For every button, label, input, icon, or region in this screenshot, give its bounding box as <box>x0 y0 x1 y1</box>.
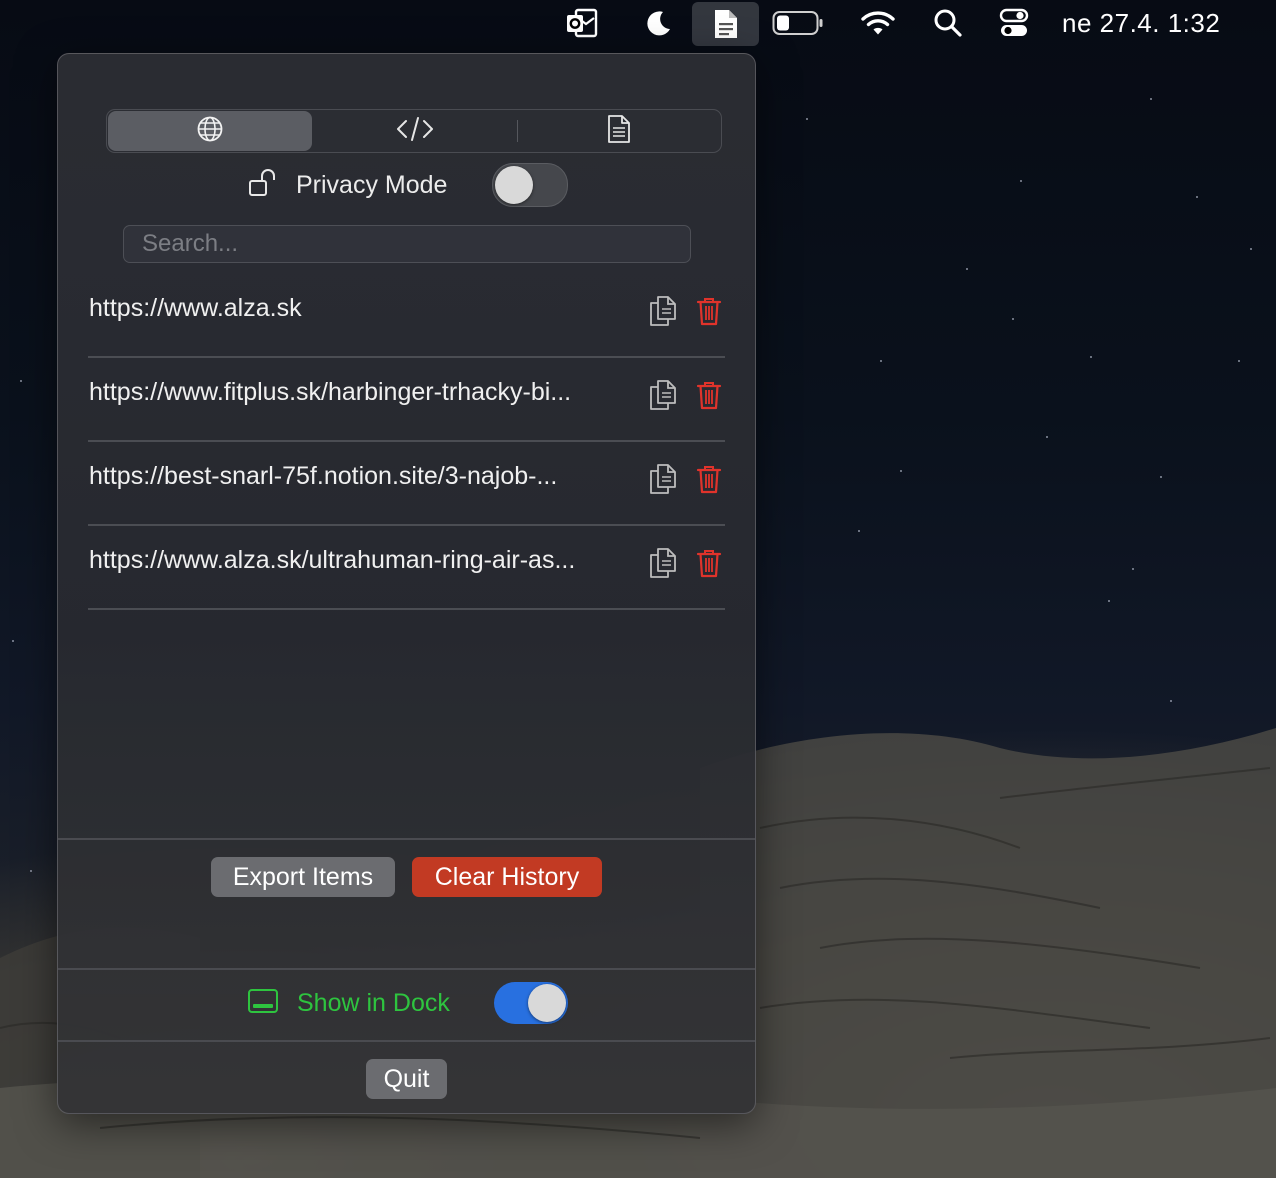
toggle-knob <box>495 166 533 204</box>
search-input[interactable] <box>123 225 691 263</box>
dock-icon <box>247 988 279 1019</box>
trash-icon[interactable] <box>694 462 724 496</box>
privacy-mode-label: Privacy Mode <box>296 170 448 199</box>
menu-bar: ne 27.4. 1:32 <box>0 0 1276 46</box>
history-item-url[interactable]: https://best-snarl-75f.notion.site/3-naj… <box>89 462 634 491</box>
moon-icon[interactable] <box>636 0 680 46</box>
quit-button[interactable]: Quit <box>366 1059 447 1099</box>
clipboard-history-popover: Privacy Mode https://www.alza.skhttps://… <box>57 53 756 1114</box>
history-item-url[interactable]: https://www.fitplus.sk/harbinger-trhacky… <box>89 378 634 407</box>
segment-divider <box>517 120 518 142</box>
copy-icon[interactable] <box>648 462 678 496</box>
history-item-url[interactable]: https://www.alza.sk <box>89 294 634 323</box>
code-icon <box>396 115 434 148</box>
show-in-dock-label: Show in Dock <box>297 988 450 1017</box>
tab-code[interactable] <box>313 110 517 152</box>
show-in-dock-toggle[interactable] <box>494 982 568 1024</box>
copy-icon[interactable] <box>648 378 678 412</box>
unlock-icon <box>248 168 278 203</box>
menubar-clock[interactable]: ne 27.4. 1:32 <box>1062 0 1220 46</box>
control-center-icon[interactable] <box>992 0 1036 46</box>
globe-icon <box>196 115 224 148</box>
outlook-icon[interactable] <box>560 0 604 46</box>
battery-icon <box>770 0 826 46</box>
trash-icon[interactable] <box>694 294 724 328</box>
toggle-knob <box>528 984 566 1022</box>
copy-icon[interactable] <box>648 546 678 580</box>
export-items-button[interactable]: Export Items <box>211 857 395 897</box>
document-icon <box>607 114 631 149</box>
history-item[interactable]: https://www.alza.sk/ultrahuman-ring-air-… <box>88 526 725 610</box>
tab-links[interactable] <box>108 111 312 151</box>
search-icon[interactable] <box>926 0 970 46</box>
privacy-mode-toggle[interactable] <box>492 163 568 207</box>
divider <box>58 1040 755 1042</box>
history-item[interactable]: https://www.fitplus.sk/harbinger-trhacky… <box>88 358 725 442</box>
document-icon[interactable] <box>692 2 759 46</box>
divider <box>58 968 755 970</box>
history-item[interactable]: https://best-snarl-75f.notion.site/3-naj… <box>88 442 725 526</box>
history-list: https://www.alza.sk https://www.fitplus.s… <box>88 274 725 610</box>
tab-text[interactable] <box>517 110 721 152</box>
trash-icon[interactable] <box>694 378 724 412</box>
history-item-url[interactable]: https://www.alza.sk/ultrahuman-ring-air-… <box>89 546 634 575</box>
clear-history-button[interactable]: Clear History <box>412 857 602 897</box>
trash-icon[interactable] <box>694 546 724 580</box>
category-segmented-control <box>106 109 722 153</box>
copy-icon[interactable] <box>648 294 678 328</box>
wifi-icon[interactable] <box>856 0 900 46</box>
divider <box>58 838 755 840</box>
history-item[interactable]: https://www.alza.sk <box>88 274 725 358</box>
